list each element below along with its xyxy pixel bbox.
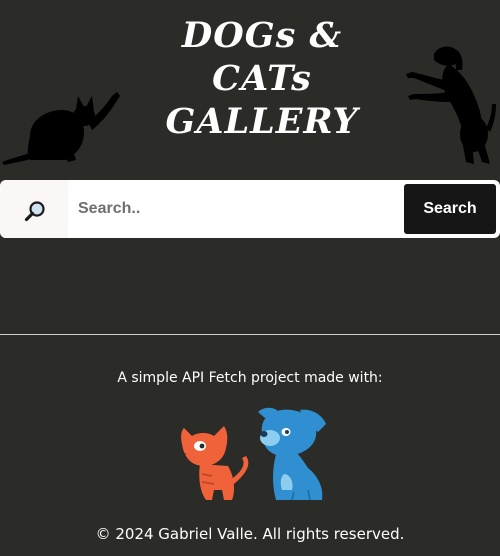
title-line-1: DOGs & — [181, 15, 343, 56]
footer-divider — [0, 334, 500, 335]
footer-tagline: A simple API Fetch project made with: — [117, 370, 383, 386]
cat-and-dog-icon — [174, 407, 326, 501]
cat-silhouette-icon — [2, 92, 120, 165]
search-bar: Search — [0, 180, 500, 238]
magnifier-icon — [24, 201, 45, 222]
header: DOGs & CATs GALLERY — [0, 0, 500, 176]
blue-dog-icon — [258, 407, 326, 501]
page-title: DOGs & CATs GALLERY — [150, 14, 374, 143]
page: DOGs & CATs GALLERY Search.. Search A si… — [0, 0, 500, 556]
orange-cat-icon — [174, 426, 249, 500]
title-line-3: GALLERY — [165, 101, 359, 142]
search-icon-container[interactable] — [0, 180, 68, 238]
dog-silhouette-icon — [406, 46, 496, 164]
search-input[interactable] — [68, 184, 398, 234]
title-line-2: CATs — [212, 58, 312, 99]
copyright-text: © 2024 Gabriel Valle. All rights reserve… — [95, 525, 405, 543]
search-button[interactable]: Search — [404, 184, 496, 234]
